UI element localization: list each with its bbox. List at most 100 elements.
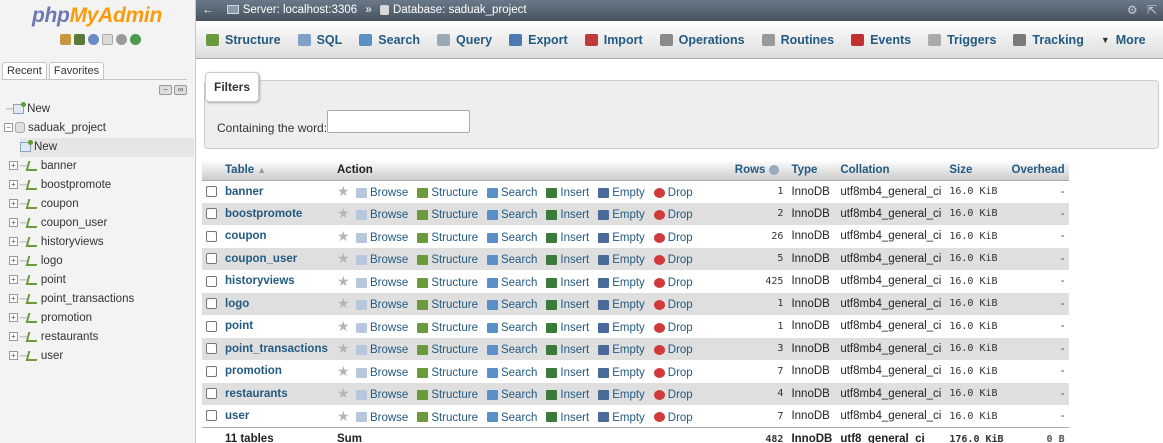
favorite-star-icon[interactable]: ★	[337, 228, 350, 244]
collapse-icon[interactable]: −	[4, 123, 13, 133]
action-search[interactable]: Search	[486, 322, 537, 334]
tab-more[interactable]: ▼ More	[1101, 33, 1146, 47]
logout-icon[interactable]	[74, 34, 85, 45]
action-structure[interactable]: Structure	[417, 389, 478, 401]
action-structure[interactable]: Structure	[417, 367, 478, 379]
action-structure[interactable]: Structure	[417, 209, 478, 221]
action-insert[interactable]: Insert	[546, 187, 589, 199]
tree-item-table[interactable]: + ─ promotion	[6, 309, 194, 328]
action-insert[interactable]: Insert	[546, 209, 589, 221]
action-drop[interactable]: Drop	[653, 344, 693, 356]
action-structure[interactable]: Structure	[417, 412, 478, 424]
favorite-star-icon[interactable]: ★	[337, 340, 350, 356]
action-empty[interactable]: Empty	[598, 187, 645, 199]
action-insert[interactable]: Insert	[546, 322, 589, 334]
action-structure[interactable]: Structure	[417, 254, 478, 266]
action-empty[interactable]: Empty	[598, 277, 645, 289]
action-drop[interactable]: Drop	[653, 232, 693, 244]
action-drop[interactable]: Drop	[653, 187, 693, 199]
action-drop[interactable]: Drop	[653, 209, 693, 221]
tab-events[interactable]: Events	[851, 33, 911, 47]
table-name[interactable]: point	[221, 315, 333, 338]
favorite-star-icon[interactable]: ★	[337, 273, 350, 289]
action-browse[interactable]: Browse	[355, 187, 408, 199]
tree-item-new[interactable]: ─ New	[6, 100, 194, 119]
home-icon[interactable]	[60, 34, 71, 45]
back-arrow-icon[interactable]: ←	[202, 0, 214, 21]
tree-item-table[interactable]: + ─ user	[6, 347, 194, 366]
breadcrumb-server[interactable]: Server: localhost:3306	[243, 4, 357, 16]
table-name[interactable]: historyviews	[221, 270, 333, 293]
row-checkbox[interactable]	[206, 275, 217, 287]
action-search[interactable]: Search	[486, 187, 537, 199]
expand-icon[interactable]: +	[8, 294, 18, 304]
action-search[interactable]: Search	[486, 277, 537, 289]
table-name[interactable]: user	[221, 405, 333, 428]
action-browse[interactable]: Browse	[355, 322, 408, 334]
action-insert[interactable]: Insert	[546, 232, 589, 244]
action-search[interactable]: Search	[486, 209, 537, 221]
action-browse[interactable]: Browse	[355, 344, 408, 356]
table-name[interactable]: promotion	[221, 360, 333, 383]
action-structure[interactable]: Structure	[417, 187, 478, 199]
tree-item-table[interactable]: + ─ boostpromote	[6, 176, 194, 195]
expand-icon[interactable]: +	[8, 199, 18, 209]
row-checkbox[interactable]	[206, 230, 217, 242]
row-checkbox[interactable]	[206, 365, 217, 377]
tab-import[interactable]: Import	[584, 33, 643, 47]
action-search[interactable]: Search	[486, 412, 537, 424]
favorite-star-icon[interactable]: ★	[337, 318, 350, 334]
action-insert[interactable]: Insert	[546, 367, 589, 379]
table-name[interactable]: coupon	[221, 225, 333, 248]
action-empty[interactable]: Empty	[598, 389, 645, 401]
action-browse[interactable]: Browse	[355, 367, 408, 379]
action-browse[interactable]: Browse	[355, 299, 408, 311]
action-empty[interactable]: Empty	[598, 232, 645, 244]
expand-icon[interactable]: +	[8, 351, 18, 361]
tab-query[interactable]: Query	[436, 33, 492, 47]
tab-favorites[interactable]: Favorites	[48, 62, 105, 79]
tab-search[interactable]: Search	[359, 33, 420, 47]
collapse-all-icon[interactable]: −	[159, 85, 172, 95]
action-search[interactable]: Search	[486, 232, 537, 244]
filter-input[interactable]	[327, 110, 470, 133]
docs-icon[interactable]	[102, 34, 113, 45]
action-empty[interactable]: Empty	[598, 344, 645, 356]
action-insert[interactable]: Insert	[546, 299, 589, 311]
table-name[interactable]: banner	[221, 180, 333, 203]
tab-routines[interactable]: Routines	[761, 33, 834, 47]
row-checkbox[interactable]	[206, 208, 217, 220]
favorite-star-icon[interactable]: ★	[337, 295, 350, 311]
tree-item-table[interactable]: + ─ historyviews	[6, 233, 194, 252]
header-collation[interactable]: Collation	[836, 160, 946, 181]
action-insert[interactable]: Insert	[546, 389, 589, 401]
action-search[interactable]: Search	[486, 254, 537, 266]
tree-item-table[interactable]: + ─ point	[6, 271, 194, 290]
favorite-star-icon[interactable]: ★	[337, 363, 350, 379]
action-search[interactable]: Search	[486, 344, 537, 356]
expand-icon[interactable]: +	[8, 180, 18, 190]
help-icon[interactable]	[88, 34, 99, 45]
action-structure[interactable]: Structure	[417, 344, 478, 356]
tree-item-table[interactable]: + ─ coupon	[6, 195, 194, 214]
action-empty[interactable]: Empty	[598, 209, 645, 221]
expand-icon[interactable]: +	[8, 332, 18, 342]
action-browse[interactable]: Browse	[355, 209, 408, 221]
tree-item-table[interactable]: + ─ logo	[6, 252, 194, 271]
action-browse[interactable]: Browse	[355, 277, 408, 289]
favorite-star-icon[interactable]: ★	[337, 205, 350, 221]
action-search[interactable]: Search	[486, 299, 537, 311]
action-empty[interactable]: Empty	[598, 254, 645, 266]
action-insert[interactable]: Insert	[546, 277, 589, 289]
action-drop[interactable]: Drop	[653, 367, 693, 379]
action-empty[interactable]: Empty	[598, 412, 645, 424]
collapse-top-icon[interactable]: ⇱	[1147, 3, 1157, 17]
action-structure[interactable]: Structure	[417, 322, 478, 334]
header-rows[interactable]: Rows	[730, 160, 788, 181]
tab-triggers[interactable]: Triggers	[928, 33, 996, 47]
table-name[interactable]: logo	[221, 292, 333, 315]
expand-icon[interactable]: +	[8, 256, 18, 266]
action-empty[interactable]: Empty	[598, 367, 645, 379]
table-name[interactable]: coupon_user	[221, 247, 333, 270]
action-browse[interactable]: Browse	[355, 412, 408, 424]
